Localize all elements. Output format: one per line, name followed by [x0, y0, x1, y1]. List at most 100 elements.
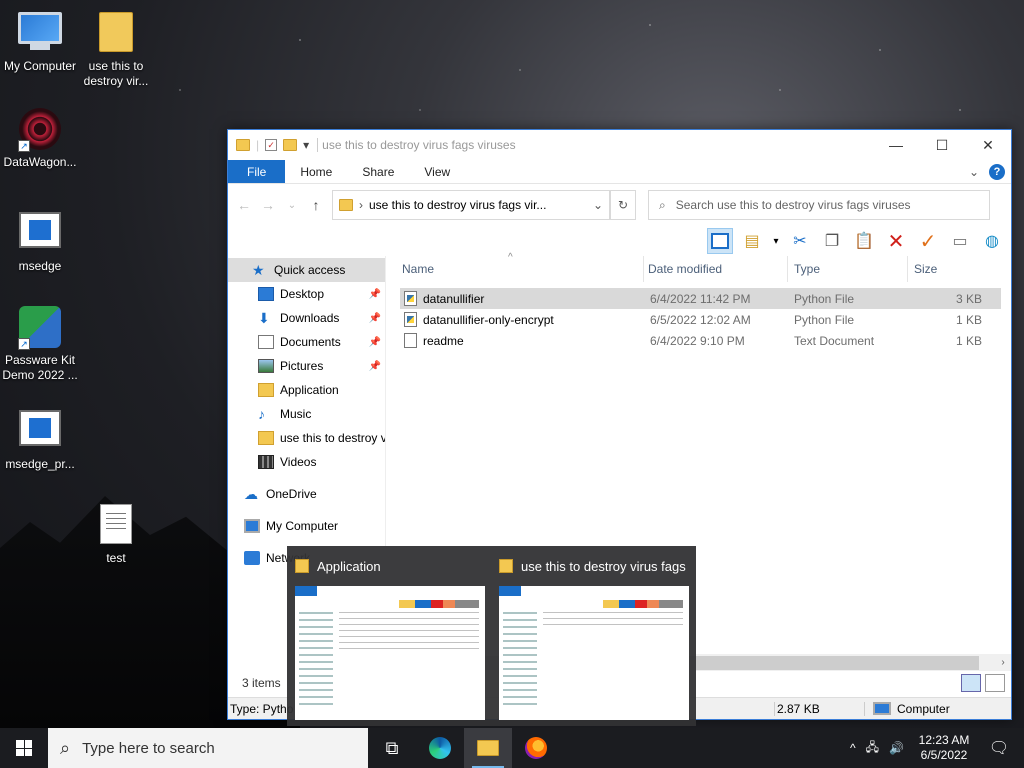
recent-locations-icon[interactable]: ⌄: [284, 200, 300, 211]
shortcut-arrow-icon: ↗: [18, 140, 30, 152]
shortcut-arrow-icon: ↗: [18, 338, 30, 350]
nav-downloads[interactable]: ⬇ Downloads 📌: [228, 306, 385, 330]
nav-destroy-folder[interactable]: use this to destroy v: [228, 426, 385, 450]
desktop-icon-msedge-pr[interactable]: msedge_pr...: [0, 406, 80, 472]
window-title: use this to destroy virus fags viruses: [317, 138, 873, 152]
volume-icon[interactable]: 🔊: [889, 741, 904, 755]
new-folder-icon[interactable]: [283, 139, 298, 151]
desktop-icon-destroy-folder[interactable]: use this to destroy vir...: [76, 12, 156, 89]
delete-icon[interactable]: ✕: [883, 228, 909, 254]
up-button[interactable]: ↑: [308, 197, 324, 213]
refresh-button[interactable]: ↻: [610, 190, 636, 220]
desktop-icon-test[interactable]: test: [76, 504, 156, 566]
network-globe-icon[interactable]: ◍: [979, 228, 1005, 254]
minimize-button[interactable]: —: [873, 130, 919, 160]
folder-icon: [236, 139, 250, 151]
title-bar[interactable]: | ✓ ▾ use this to destroy virus fags vir…: [228, 130, 1011, 160]
nav-desktop[interactable]: Desktop 📌: [228, 282, 385, 306]
tab-view[interactable]: View: [409, 160, 465, 183]
thumbnail-destroy-folder[interactable]: use this to destroy virus fags ...: [499, 554, 689, 726]
column-type[interactable]: Type: [788, 256, 908, 282]
address-bar[interactable]: › use this to destroy virus fags vir... …: [332, 190, 610, 220]
file-row-datanullifier[interactable]: datanullifier 6/4/2022 11:42 PM Python F…: [400, 288, 1001, 309]
documents-icon: [258, 335, 274, 349]
column-date-modified[interactable]: Date modified: [644, 256, 788, 282]
film-strip-icon: [258, 455, 274, 469]
passware-icon: ↗: [18, 306, 62, 350]
nav-application[interactable]: Application: [228, 378, 385, 402]
nav-music[interactable]: ♪ Music: [228, 402, 385, 426]
folder-icon: [258, 383, 274, 397]
nav-pictures[interactable]: Pictures 📌: [228, 354, 385, 378]
cut-icon[interactable]: ✂: [787, 228, 813, 254]
file-row-readme[interactable]: readme 6/4/2022 9:10 PM Text Document 1 …: [400, 330, 1001, 351]
search-box[interactable]: ⌕ Search use this to destroy virus fags …: [648, 190, 990, 220]
task-view-button[interactable]: ⧉: [368, 728, 416, 768]
taskbar-search-box[interactable]: ⌕ Type here to search: [48, 728, 368, 768]
taskbar-edge-button[interactable]: [416, 728, 464, 768]
nav-videos[interactable]: Videos: [228, 450, 385, 474]
back-button[interactable]: ←: [236, 197, 252, 213]
search-icon: ⌕: [659, 197, 666, 212]
pictures-icon: [258, 359, 274, 373]
customize-dropdown-icon[interactable]: ▾: [303, 138, 309, 152]
sort-ascending-icon: ^: [508, 252, 513, 263]
folder-icon: [499, 559, 513, 573]
view-options-icon[interactable]: ▤: [739, 228, 765, 254]
thumbnail-application[interactable]: Application: [295, 554, 485, 726]
forward-button[interactable]: →: [260, 197, 276, 213]
taskbar-firefox-button[interactable]: [512, 728, 560, 768]
desktop-icon-passware[interactable]: ↗ Passware Kit Demo 2022 ...: [0, 306, 80, 383]
detail-location: Computer: [897, 701, 950, 716]
desktop-icon-datawagon[interactable]: ↗ DataWagon...: [0, 108, 80, 170]
help-icon[interactable]: ?: [989, 163, 1005, 180]
start-button[interactable]: [0, 728, 48, 768]
clock[interactable]: 12:23 AM 6/5/2022: [914, 733, 974, 763]
tab-share[interactable]: Share: [347, 160, 409, 183]
maximize-button[interactable]: ☐: [919, 130, 965, 160]
address-row: ← → ⌄ ↑ › use this to destroy virus fags…: [228, 184, 1011, 226]
nav-documents[interactable]: Documents 📌: [228, 330, 385, 354]
tab-file[interactable]: File: [228, 160, 286, 183]
nav-my-computer[interactable]: My Computer: [228, 514, 385, 538]
desktop-icon-msedge[interactable]: msedge: [0, 208, 80, 274]
notifications-icon[interactable]: 🗨: [984, 738, 1014, 758]
network-icon[interactable]: 🖧: [866, 738, 879, 759]
search-placeholder: Search use this to destroy virus fags vi…: [675, 198, 911, 212]
computer-icon: [244, 519, 260, 533]
checkmark-icon[interactable]: ✓: [915, 228, 941, 254]
thumbnail-preview-image: [295, 586, 485, 720]
close-button[interactable]: ✕: [965, 130, 1011, 160]
text-file-icon: [94, 504, 138, 548]
tab-home[interactable]: Home: [285, 160, 347, 183]
python-file-icon: [404, 291, 417, 306]
paste-icon[interactable]: 📋: [851, 228, 877, 254]
column-size[interactable]: Size: [908, 256, 984, 282]
file-row-datanullifier-only-encrypt[interactable]: datanullifier-only-encrypt 6/5/2022 12:0…: [400, 309, 1001, 330]
download-arrow-icon: ⬇: [258, 310, 270, 326]
view-dropdown-icon[interactable]: ▾: [771, 228, 781, 254]
copy-icon[interactable]: ❐: [819, 228, 845, 254]
expand-ribbon-icon[interactable]: ⌄: [969, 165, 979, 179]
desktop-icon-my-computer[interactable]: My Computer: [0, 12, 80, 74]
nav-onedrive[interactable]: ☁ OneDrive: [228, 482, 385, 506]
music-note-icon: ♪: [258, 406, 265, 422]
pin-icon: 📌: [368, 360, 381, 372]
rename-icon[interactable]: ▭: [947, 228, 973, 254]
app-window-icon: [18, 212, 62, 256]
taskbar-file-explorer-button[interactable]: [464, 728, 512, 768]
nav-quick-access[interactable]: ★ Quick access: [228, 258, 385, 282]
desktop-icon: [258, 287, 274, 301]
search-icon: ⌕: [60, 737, 71, 758]
thumbnail-preview-image: [499, 586, 689, 720]
details-view-button[interactable]: [961, 674, 981, 692]
preview-pane-icon[interactable]: [707, 228, 733, 254]
large-icons-view-button[interactable]: [985, 674, 1005, 692]
chevron-up-icon[interactable]: ^: [850, 741, 856, 755]
pin-icon: 📌: [368, 288, 381, 300]
scroll-right-icon[interactable]: ›: [995, 657, 1011, 668]
column-name[interactable]: Name: [386, 256, 644, 282]
properties-icon[interactable]: ✓: [265, 139, 278, 151]
chevron-down-icon[interactable]: ⌄: [593, 198, 603, 212]
pin-icon: 📌: [368, 312, 381, 324]
